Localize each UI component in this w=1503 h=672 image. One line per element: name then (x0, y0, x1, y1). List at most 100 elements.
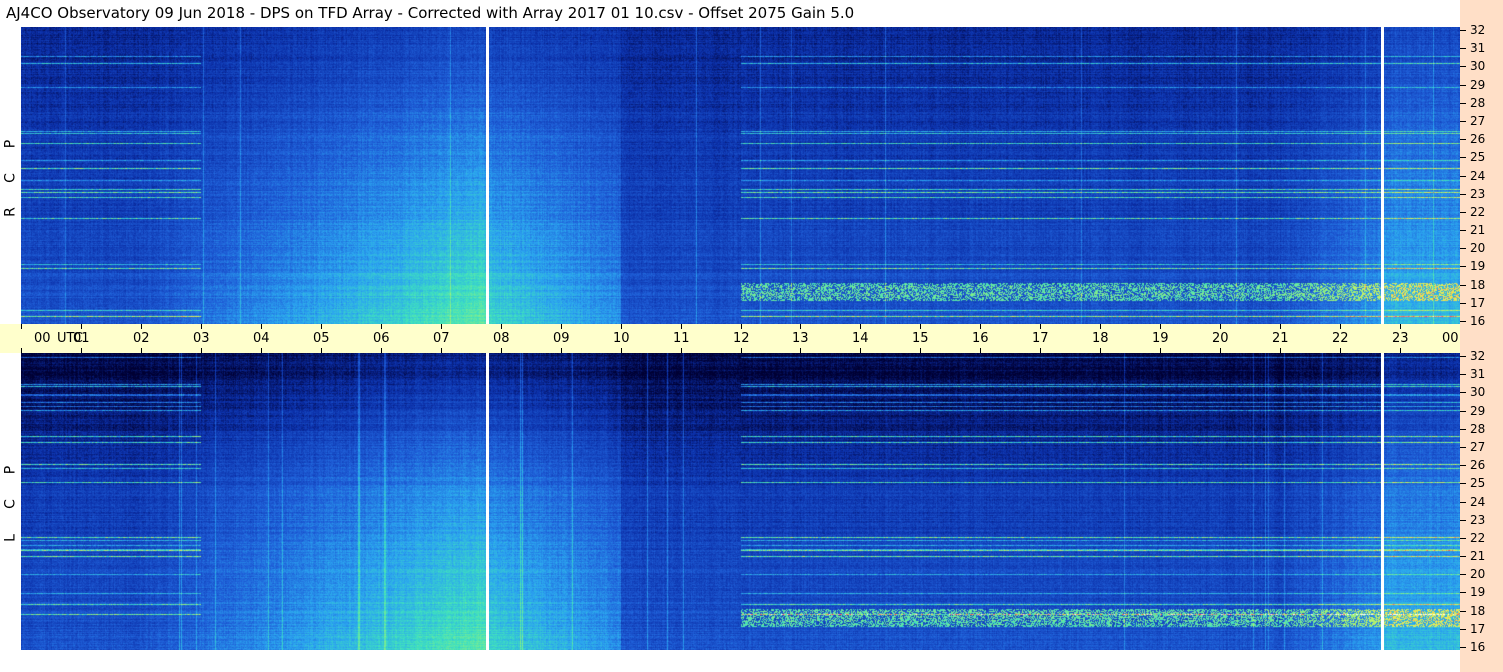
time-tick-mark (681, 324, 682, 329)
time-tick-label: 18 (1092, 331, 1109, 346)
freq-tick-label: 28 (1470, 422, 1486, 436)
freq-tick-label: 31 (1470, 41, 1486, 55)
freq-tick-mark (1460, 139, 1466, 140)
time-tick-label: 13 (792, 331, 809, 346)
time-tick-mark (741, 324, 742, 329)
freq-tick-label: 18 (1470, 604, 1486, 618)
utc-unit-label: UTC (57, 331, 83, 346)
data-gap-line (1381, 27, 1384, 324)
time-tick-label: 02 (133, 331, 150, 346)
time-tick-label: 12 (733, 331, 750, 346)
freq-tick-mark (1460, 212, 1466, 213)
time-tick-label: 10 (613, 331, 630, 346)
chart-title: AJ4CO Observatory 09 Jun 2018 - DPS on T… (0, 0, 1460, 27)
freq-tick-mark (1460, 230, 1466, 231)
freq-tick-mark (1460, 629, 1466, 630)
freq-tick-label: 16 (1470, 314, 1486, 328)
freq-tick-mark (1460, 66, 1466, 67)
freq-tick-mark (1460, 30, 1466, 31)
freq-tick-mark (1460, 556, 1466, 557)
freq-tick-mark (1460, 392, 1466, 393)
freq-tick-label: 21 (1470, 223, 1486, 237)
freq-tick-mark (1460, 647, 1466, 648)
freq-tick-label: 29 (1470, 404, 1486, 418)
freq-tick-label: 17 (1470, 296, 1486, 310)
freq-tick-label: 20 (1470, 567, 1486, 581)
time-tick-mark (621, 324, 622, 329)
time-tick-mark (501, 324, 502, 329)
freq-tick-label: 22 (1470, 531, 1486, 545)
freq-tick-label: 30 (1470, 385, 1486, 399)
freq-tick-label: 24 (1470, 169, 1486, 183)
time-tick-mark (1100, 324, 1101, 329)
freq-tick-mark (1460, 356, 1466, 357)
freq-tick-label: 31 (1470, 367, 1486, 381)
time-tick-label: 03 (193, 331, 210, 346)
freq-tick-mark (1460, 374, 1466, 375)
spectrogram-rcp (21, 27, 1460, 324)
time-tick-label: 00 (1442, 331, 1459, 346)
freq-tick-mark (1460, 483, 1466, 484)
freq-tick-label: 26 (1470, 458, 1486, 472)
time-tick-mark (81, 324, 82, 329)
time-tick-label: 05 (313, 331, 330, 346)
freq-tick-label: 30 (1470, 59, 1486, 73)
freq-tick-label: 19 (1470, 259, 1486, 273)
freq-tick-mark (1460, 520, 1466, 521)
time-tick-label: 22 (1332, 331, 1349, 346)
time-tick-label: 07 (433, 331, 450, 346)
data-gap-line (486, 353, 489, 650)
time-tick-label: 09 (553, 331, 570, 346)
time-tick-mark (261, 324, 262, 329)
rcp-label: P C R (0, 127, 21, 229)
time-tick-mark (1340, 324, 1341, 329)
freq-tick-mark (1460, 592, 1466, 593)
time-tick-label: 14 (852, 331, 869, 346)
freq-tick-label: 19 (1470, 585, 1486, 599)
freq-tick-label: 20 (1470, 241, 1486, 255)
freq-tick-mark (1460, 538, 1466, 539)
bottom-margin (0, 650, 1460, 672)
freq-tick-label: 23 (1470, 187, 1486, 201)
spectrogram-lcp (21, 353, 1460, 650)
freq-tick-mark (1460, 176, 1466, 177)
freq-tick-label: 22 (1470, 205, 1486, 219)
frequency-axis-lcp: 16 17 18 19 20 21 22 23 24 25 26 27 28 29 30 31 32 (1460, 350, 1503, 654)
time-tick-label: 23 (1392, 331, 1409, 346)
time-tick-mark (201, 324, 202, 329)
spectrogram-lcp-canvas (21, 353, 1460, 650)
time-tick-label: 06 (373, 331, 390, 346)
freq-tick-mark (1460, 303, 1466, 304)
time-tick-label: 15 (912, 331, 929, 346)
time-tick-mark (1280, 324, 1281, 329)
freq-tick-mark (1460, 411, 1466, 412)
freq-tick-mark (1460, 248, 1466, 249)
spectrogram-rcp-canvas (21, 27, 1460, 324)
time-tick-mark (21, 324, 22, 329)
freq-tick-label: 25 (1470, 150, 1486, 164)
frequency-axis-rcp: 16 17 18 19 20 21 22 23 24 25 26 27 28 29 30 31 32 (1460, 24, 1503, 328)
freq-tick-mark (1460, 465, 1466, 466)
time-tick-mark (141, 324, 142, 329)
freq-tick-label: 17 (1470, 622, 1486, 636)
freq-tick-label: 29 (1470, 78, 1486, 92)
time-tick-mark (980, 324, 981, 329)
freq-tick-mark (1460, 285, 1466, 286)
time-tick-mark (1220, 324, 1221, 329)
time-tick-label: 21 (1272, 331, 1289, 346)
time-tick-mark (381, 324, 382, 329)
freq-tick-mark (1460, 321, 1466, 322)
time-tick-label: 19 (1152, 331, 1169, 346)
time-tick-mark (561, 324, 562, 329)
time-tick-label: 11 (673, 331, 690, 346)
freq-tick-label: 16 (1470, 640, 1486, 654)
freq-tick-mark (1460, 194, 1466, 195)
time-tick-mark (321, 324, 322, 329)
freq-tick-label: 27 (1470, 440, 1486, 454)
time-tick-mark (920, 324, 921, 329)
time-axis: 00 01 02 03 04 05 06 07 08 09 10 11 12 13 14 15 16 17 18 19… (0, 324, 1490, 353)
time-tick-mark (1160, 324, 1161, 329)
freq-tick-mark (1460, 103, 1466, 104)
freq-tick-mark (1460, 121, 1466, 122)
freq-tick-mark (1460, 447, 1466, 448)
